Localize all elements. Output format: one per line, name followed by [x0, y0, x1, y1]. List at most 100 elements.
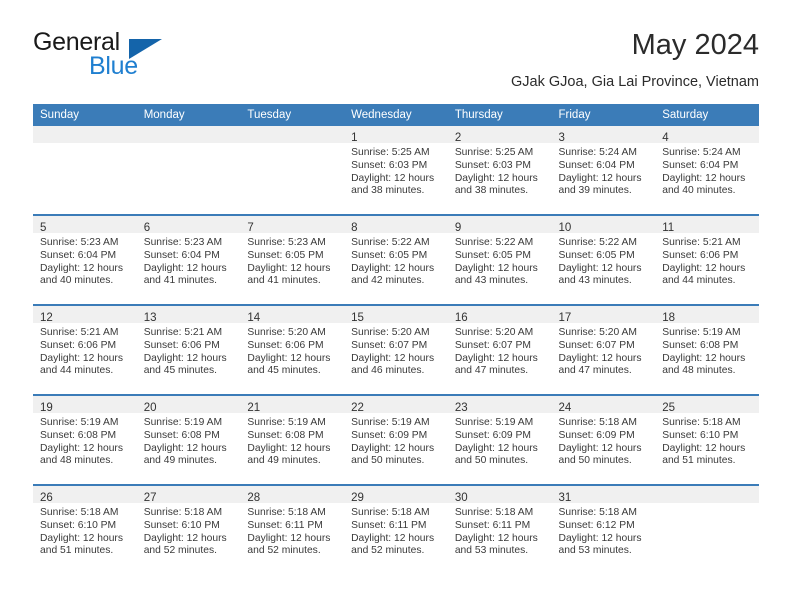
day-number: 19 — [40, 402, 53, 414]
day-number-band — [240, 126, 345, 143]
calendar-day-cell[interactable]: 12 Sunrise: 5:21 AM Sunset: 6:06 PM Dayligh… — [33, 304, 137, 395]
sunset-time: Sunset: 6:05 PM — [454, 249, 531, 261]
calendar-day-cell[interactable]: 27 Sunrise: 5:18 AM Sunset: 6:10 PM Dayligh… — [136, 484, 241, 574]
sunrise-time: Sunrise: 5:19 AM — [40, 417, 119, 428]
sunset-time: Sunset: 6:06 PM — [143, 339, 220, 351]
sunset-time: Sunset: 6:08 PM — [40, 429, 117, 441]
calendar-day-cell[interactable]: 26 Sunrise: 5:18 AM Sunset: 6:10 PM Dayligh… — [33, 484, 137, 574]
calendar-day-cell[interactable]: 9 Sunrise: 5:22 AM Sunset: 6:05 PM Daylight… — [447, 214, 552, 305]
daylight-duration-line2: and 41 minutes. — [247, 275, 321, 287]
daylight-duration-line2: and 43 minutes. — [454, 275, 529, 287]
calendar-day-cell[interactable]: 16 Sunrise: 5:20 AM Sunset: 6:07 PM Dayligh… — [447, 304, 552, 395]
day-number: 1 — [351, 132, 358, 144]
day-number-band: 31 — [551, 486, 656, 504]
calendar-day-cell[interactable]: 10 Sunrise: 5:22 AM Sunset: 6:05 PM Dayligh… — [551, 214, 656, 305]
daylight-duration-line2: and 44 minutes. — [40, 365, 114, 377]
sunrise-time: Sunrise: 5:18 AM — [351, 507, 430, 518]
calendar-day-cell[interactable]: 15 Sunrise: 5:20 AM Sunset: 6:07 PM Dayligh… — [344, 304, 448, 395]
calendar-day-cell[interactable]: 6 Sunrise: 5:23 AM Sunset: 6:04 PM Daylight… — [136, 214, 241, 305]
calendar-day-cell[interactable]: 1 Sunrise: 5:25 AM Sunset: 6:03 PM Daylight… — [344, 126, 448, 215]
calendar-day-cell-empty — [655, 484, 759, 574]
daylight-duration-line2: and 45 minutes. — [143, 365, 217, 377]
day-details: Sunrise: 5:24 AM Sunset: 6:04 PM Daylight:… — [552, 143, 656, 198]
sunset-time: Sunset: 6:11 PM — [351, 519, 427, 531]
calendar-day-cell[interactable]: 20 Sunrise: 5:19 AM Sunset: 6:08 PM Dayligh… — [136, 394, 241, 485]
sunset-time: Sunset: 6:09 PM — [454, 429, 531, 441]
calendar-day-cell[interactable]: 21 Sunrise: 5:19 AM Sunset: 6:08 PM Dayligh… — [240, 394, 345, 485]
calendar-day-cell[interactable]: 23 Sunrise: 5:19 AM Sunset: 6:09 PM Dayligh… — [447, 394, 552, 485]
sunset-time: Sunset: 6:10 PM — [40, 519, 117, 531]
day-details: Sunrise: 5:23 AM Sunset: 6:04 PM Daylight:… — [137, 233, 241, 288]
calendar-day-cell[interactable]: 13 Sunrise: 5:21 AM Sunset: 6:06 PM Dayligh… — [136, 304, 241, 395]
daylight-duration-line2: and 52 minutes. — [351, 545, 425, 557]
calendar-day-cell[interactable]: 25 Sunrise: 5:18 AM Sunset: 6:10 PM Dayligh… — [655, 394, 759, 485]
calendar-day-cell[interactable]: 22 Sunrise: 5:19 AM Sunset: 6:09 PM Dayligh… — [344, 394, 448, 485]
day-details: Sunrise: 5:24 AM Sunset: 6:04 PM Daylight:… — [655, 143, 759, 198]
calendar-week-row: 19 Sunrise: 5:19 AM Sunset: 6:08 PM Dayligh… — [33, 394, 759, 485]
calendar-day-cell[interactable]: 14 Sunrise: 5:20 AM Sunset: 6:06 PM Dayligh… — [240, 304, 345, 395]
day-number: 13 — [143, 312, 157, 324]
day-number-band — [655, 486, 759, 503]
day-details: Sunrise: 5:18 AM Sunset: 6:10 PM Daylight:… — [655, 413, 759, 468]
day-number: 12 — [40, 312, 53, 324]
calendar-day-cell[interactable]: 30 Sunrise: 5:18 AM Sunset: 6:11 PM Dayligh… — [447, 484, 552, 574]
day-number-band: 25 — [655, 396, 759, 414]
calendar-day-cell[interactable]: 17 Sunrise: 5:20 AM Sunset: 6:07 PM Dayligh… — [551, 304, 656, 395]
calendar-day-cell[interactable]: 2 Sunrise: 5:25 AM Sunset: 6:03 PM Daylight… — [447, 126, 552, 215]
weekday-header-tuesday: Tuesday — [240, 104, 345, 126]
calendar-day-cell-empty — [33, 126, 137, 215]
calendar-day-cell[interactable]: 3 Sunrise: 5:24 AM Sunset: 6:04 PM Daylight… — [551, 126, 656, 215]
daylight-duration-line2: and 40 minutes. — [662, 185, 736, 197]
calendar-day-cell[interactable]: 18 Sunrise: 5:19 AM Sunset: 6:08 PM Dayligh… — [655, 304, 759, 395]
calendar-day-cell[interactable]: 7 Sunrise: 5:23 AM Sunset: 6:05 PM Daylight… — [240, 214, 345, 305]
daylight-duration-line2: and 49 minutes. — [143, 455, 217, 467]
day-details: Sunrise: 5:23 AM Sunset: 6:04 PM Daylight:… — [33, 233, 137, 288]
daylight-duration-line2: and 52 minutes. — [247, 545, 321, 557]
day-number-band: 15 — [344, 306, 448, 324]
sunrise-time: Sunrise: 5:24 AM — [558, 147, 637, 158]
day-number-band: 6 — [136, 216, 241, 234]
calendar-day-cell[interactable]: 24 Sunrise: 5:18 AM Sunset: 6:09 PM Dayligh… — [551, 394, 656, 485]
day-number-band: 28 — [240, 486, 345, 504]
day-number-band: 5 — [33, 216, 137, 234]
sunrise-time: Sunrise: 5:25 AM — [454, 147, 534, 158]
sunrise-time: Sunrise: 5:18 AM — [247, 507, 326, 518]
daylight-duration-line1: Daylight: 12 hours — [454, 172, 538, 184]
day-number: 17 — [558, 312, 572, 324]
sunrise-time: Sunrise: 5:25 AM — [351, 147, 430, 158]
page-subtitle: GJak GJoa, Gia Lai Province, Vietnam — [511, 74, 759, 90]
sunset-time: Sunset: 6:10 PM — [143, 519, 220, 531]
day-number: 6 — [143, 222, 151, 234]
sunrise-time: Sunrise: 5:18 AM — [40, 507, 119, 518]
daylight-duration-line1: Daylight: 12 hours — [454, 352, 538, 364]
daylight-duration-line2: and 38 minutes. — [454, 185, 529, 197]
day-number-band: 22 — [344, 396, 448, 414]
day-number: 21 — [247, 402, 261, 414]
sunset-time: Sunset: 6:04 PM — [143, 249, 220, 261]
day-number-band: 29 — [344, 486, 448, 504]
day-details: Sunrise: 5:19 AM Sunset: 6:08 PM Daylight:… — [137, 413, 241, 468]
day-number: 23 — [454, 402, 468, 414]
sunset-time: Sunset: 6:09 PM — [351, 429, 428, 441]
weekday-header-thursday: Thursday — [447, 104, 552, 126]
sunrise-time: Sunrise: 5:21 AM — [143, 327, 223, 338]
sunset-time: Sunset: 6:08 PM — [247, 429, 324, 441]
sunrise-time: Sunrise: 5:22 AM — [558, 237, 637, 248]
calendar-day-cell[interactable]: 28 Sunrise: 5:18 AM Sunset: 6:11 PM Dayligh… — [240, 484, 345, 574]
day-number: 26 — [40, 492, 53, 504]
calendar-day-cell[interactable]: 19 Sunrise: 5:19 AM Sunset: 6:08 PM Dayligh… — [33, 394, 137, 485]
day-details: Sunrise: 5:25 AM Sunset: 6:03 PM Daylight:… — [344, 143, 448, 198]
sunrise-time: Sunrise: 5:19 AM — [247, 417, 326, 428]
calendar-day-cell[interactable]: 5 Sunrise: 5:23 AM Sunset: 6:04 PM Daylight… — [33, 214, 137, 305]
generalblue-logo[interactable]: General Blue — [33, 28, 293, 88]
calendar-day-cell[interactable]: 8 Sunrise: 5:22 AM Sunset: 6:05 PM Daylight… — [344, 214, 448, 305]
day-details: Sunrise: 5:22 AM Sunset: 6:05 PM Daylight:… — [448, 233, 552, 288]
calendar-day-cell[interactable]: 4 Sunrise: 5:24 AM Sunset: 6:04 PM Daylight… — [655, 126, 759, 215]
calendar-day-cell[interactable]: 29 Sunrise: 5:18 AM Sunset: 6:11 PM Dayligh… — [344, 484, 448, 574]
daylight-duration-line1: Daylight: 12 hours — [351, 442, 435, 454]
calendar-day-cell[interactable]: 11 Sunrise: 5:21 AM Sunset: 6:06 PM Dayligh… — [655, 214, 759, 305]
calendar-day-cell[interactable]: 31 Sunrise: 5:18 AM Sunset: 6:12 PM Dayligh… — [551, 484, 656, 574]
day-number-band: 17 — [551, 306, 656, 324]
day-number: 25 — [662, 402, 676, 414]
daylight-duration-line2: and 51 minutes. — [662, 455, 736, 467]
